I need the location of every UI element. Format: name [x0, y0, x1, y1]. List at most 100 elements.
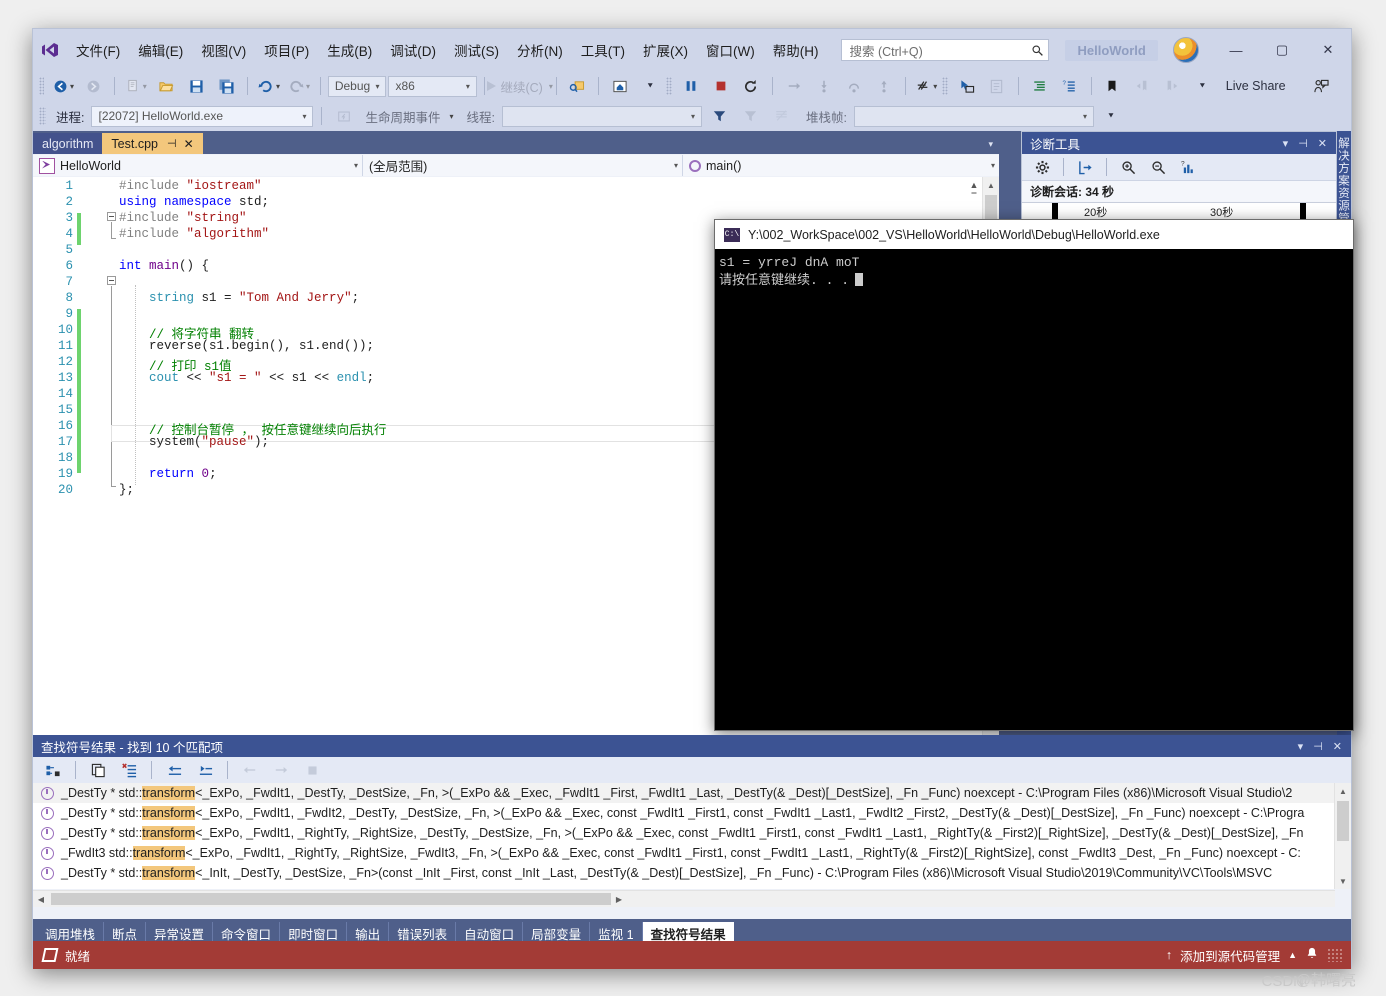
live-share-button[interactable]: Live Share: [1220, 75, 1291, 97]
pin-icon[interactable]: ⊣: [167, 137, 177, 150]
menu-window[interactable]: 窗口(W): [697, 36, 764, 64]
find-results-horizontal-scrollbar[interactable]: ◀ ▶: [33, 890, 1335, 907]
toolbar-grip[interactable]: [39, 77, 45, 95]
find-result-row[interactable]: _DestTy * std:: transform <_ExPo, _FwdIt1,…: [33, 823, 1351, 843]
close-icon[interactable]: ✕: [1313, 137, 1332, 150]
navigate-back-button[interactable]: ▾: [49, 75, 77, 97]
code-line[interactable]: system("pause");: [119, 435, 269, 449]
scroll-thumb[interactable]: [985, 195, 997, 221]
attach-to-process-button[interactable]: [563, 75, 591, 97]
scroll-right-icon[interactable]: ▶: [611, 895, 627, 904]
menu-analyze[interactable]: 分析(N): [508, 36, 572, 64]
console-window[interactable]: C:\ Y:\002_WorkSpace\002_VS\HelloWorld\H…: [714, 219, 1354, 731]
zoom-out-icon[interactable]: [1144, 156, 1172, 178]
lifecycle-events-label[interactable]: 生命周期事件: [361, 107, 444, 126]
nav-scope-select[interactable]: (全局范围) ▾: [363, 155, 683, 176]
code-line[interactable]: [119, 451, 127, 465]
menu-help[interactable]: 帮助(H): [764, 36, 828, 64]
redo-button[interactable]: ▾: [285, 75, 313, 97]
find-result-row[interactable]: _FwdIt3 std:: transform <_ExPo, _FwdIt1, _…: [33, 843, 1351, 863]
close-button[interactable]: ✕: [1305, 29, 1351, 71]
menu-tools[interactable]: 工具(T): [572, 36, 634, 64]
tab-list-chevron-down-icon[interactable]: ▾: [988, 139, 993, 150]
comment-selection-button[interactable]: [1026, 75, 1054, 97]
copy-icon[interactable]: [84, 759, 112, 781]
code-line[interactable]: [119, 307, 127, 321]
scroll-up-icon[interactable]: ▲: [983, 177, 999, 193]
bell-icon[interactable]: [1305, 946, 1319, 964]
code-line[interactable]: };: [119, 483, 134, 497]
hot-reload-button[interactable]: ▾: [912, 75, 940, 97]
save-button[interactable]: [182, 75, 210, 97]
code-line[interactable]: [119, 243, 127, 257]
pin-icon[interactable]: ⊣: [1308, 740, 1328, 753]
go-to-definition-icon[interactable]: [39, 759, 67, 781]
toggle-bookmark-button[interactable]: [1098, 75, 1126, 97]
find-result-row[interactable]: _DestTy * std:: transform <_InIt, _DestTy,…: [33, 863, 1351, 883]
menu-debug[interactable]: 调试(D): [381, 36, 445, 64]
next-bookmark-button[interactable]: [1158, 75, 1186, 97]
minimize-button[interactable]: —: [1213, 29, 1259, 71]
menu-file[interactable]: 文件(F): [67, 36, 129, 64]
code-line[interactable]: using namespace std;: [119, 195, 269, 209]
zoom-in-icon[interactable]: [1114, 156, 1142, 178]
resize-grip[interactable]: [1327, 948, 1343, 962]
collapse-icon[interactable]: [160, 759, 188, 781]
navigate-forward-button[interactable]: [79, 75, 107, 97]
toolbar-overflow-button-3[interactable]: ⯆: [1097, 105, 1125, 127]
export-icon[interactable]: [1071, 156, 1099, 178]
source-control-label[interactable]: 添加到源代码管理: [1180, 946, 1280, 965]
editor-tab-algorithm[interactable]: algorithm: [33, 133, 103, 154]
flag-icon[interactable]: [767, 105, 795, 127]
platform-select[interactable]: x86 ▾: [388, 75, 477, 97]
code-line[interactable]: string s1 = "Tom And Jerry";: [119, 291, 359, 305]
break-all-button[interactable]: [677, 75, 705, 97]
select-element-button[interactable]: [953, 75, 981, 97]
maximize-button[interactable]: ▢: [1259, 29, 1305, 71]
scroll-left-icon[interactable]: ◀: [33, 895, 49, 904]
close-icon[interactable]: ✕: [184, 137, 194, 151]
scroll-thumb[interactable]: [1337, 801, 1349, 841]
code-line[interactable]: int main() {: [119, 259, 209, 273]
live-visual-tree-button[interactable]: [983, 75, 1011, 97]
chevron-down-icon[interactable]: ▾: [1278, 137, 1294, 150]
code-line[interactable]: [119, 275, 127, 289]
feedback-button[interactable]: [1307, 75, 1335, 97]
lifecycle-chevron-down-icon[interactable]: ▾: [450, 112, 454, 121]
home-view-button[interactable]: [606, 75, 634, 97]
main-menu[interactable]: 文件(F) 编辑(E) 视图(V) 项目(P) 生成(B) 调试(D) 测试(S…: [67, 29, 827, 71]
nav-project-select[interactable]: HelloWorld ▾: [33, 155, 363, 176]
filter-clear-icon[interactable]: [736, 105, 764, 127]
scroll-thumb-horizontal[interactable]: [51, 893, 611, 905]
scroll-down-icon[interactable]: ▼: [1335, 873, 1351, 889]
save-all-button[interactable]: [212, 75, 240, 97]
menu-project[interactable]: 项目(P): [255, 36, 318, 64]
source-control-chevron-up-icon[interactable]: ▲: [1288, 950, 1297, 960]
toolbar-overflow-button-2[interactable]: ⯆: [1188, 75, 1216, 97]
outline-collapse-icon[interactable]: [107, 276, 116, 285]
chevron-down-icon[interactable]: ▾: [1293, 740, 1309, 753]
toolbar-grip-4[interactable]: [39, 107, 46, 125]
close-icon[interactable]: ✕: [1328, 740, 1347, 753]
expand-icon[interactable]: [191, 759, 219, 781]
pin-icon[interactable]: ⊣: [1293, 137, 1313, 150]
next-result-icon[interactable]: [267, 759, 295, 781]
find-result-row[interactable]: _DestTy * std:: transform <_ExPo, _FwdIt1,…: [33, 803, 1351, 823]
code-line[interactable]: return 0;: [119, 467, 217, 481]
menu-test[interactable]: 测试(S): [445, 36, 508, 64]
settings-gear-icon[interactable]: [1028, 156, 1056, 178]
outline-collapse-icon[interactable]: [107, 212, 116, 221]
lifecycle-events-icon[interactable]: [330, 105, 358, 127]
toolbar-overflow-button[interactable]: ⯆: [636, 75, 664, 97]
step-out-button[interactable]: [870, 75, 898, 97]
clear-icon[interactable]: [115, 759, 143, 781]
code-line[interactable]: #include "algorithm": [119, 227, 269, 241]
toolbar-grip-2[interactable]: [666, 77, 672, 95]
menu-edit[interactable]: 编辑(E): [129, 36, 192, 64]
editor-split-handle[interactable]: ▲ ═: [967, 179, 981, 197]
thread-select[interactable]: ▾: [502, 105, 702, 127]
code-line[interactable]: #include "string": [119, 211, 247, 225]
find-results-vertical-scrollbar[interactable]: ▲ ▼: [1334, 783, 1351, 889]
step-over-button[interactable]: [840, 75, 868, 97]
prev-result-icon[interactable]: [236, 759, 264, 781]
